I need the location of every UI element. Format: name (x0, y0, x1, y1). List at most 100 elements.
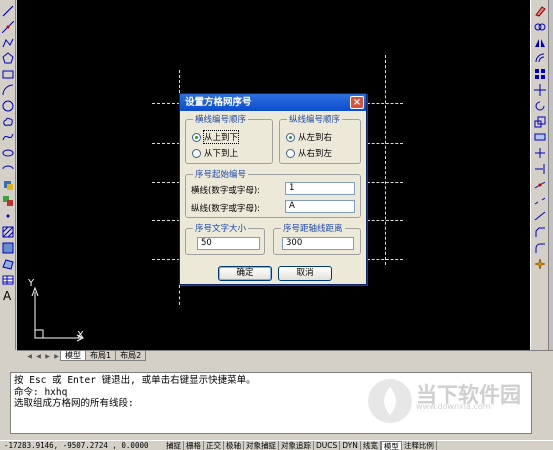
radio-right-to-left[interactable]: 从右到左 (286, 147, 332, 159)
watermark-logo-icon (368, 379, 412, 423)
hatch-icon[interactable] (1, 225, 15, 239)
rotate-icon[interactable] (533, 99, 547, 113)
ucs-x-label: X (77, 330, 84, 341)
circle-icon[interactable] (1, 99, 15, 113)
grid-line (152, 182, 180, 183)
modify-toolbar (530, 0, 548, 350)
fillet-icon[interactable] (533, 241, 547, 255)
radio-label: 从上到下 (202, 130, 240, 144)
spline-icon[interactable] (1, 130, 15, 144)
radio-dot-icon[interactable] (192, 148, 201, 158)
status-ducs[interactable]: DUCS (314, 441, 341, 450)
watermark: 当下软件园 www.downxia.com (368, 379, 521, 423)
grid-line (152, 220, 180, 221)
status-annotation-scale[interactable]: 注释比例 (402, 441, 437, 450)
revision-cloud-icon[interactable] (1, 115, 15, 129)
status-otrack[interactable]: 对象追踪 (279, 441, 314, 450)
rectangle-icon[interactable] (1, 67, 15, 81)
copy-icon[interactable] (533, 20, 547, 34)
ellipse-icon[interactable] (1, 146, 15, 160)
status-snap[interactable]: 捕捉 (164, 441, 184, 450)
status-bar: -17283.9146, -9507.2724 , 0.0000 捕捉 栅格 正… (0, 440, 553, 450)
radio-label: 从左到右 (298, 133, 333, 143)
gradient-icon[interactable] (1, 241, 15, 255)
arc-icon[interactable] (1, 83, 15, 97)
h-start-input[interactable]: 1 (285, 182, 355, 195)
construction-line-icon[interactable] (1, 20, 15, 34)
command-window[interactable]: 按 Esc 或 Enter 键退出, 或单击右键显示快捷菜单。 命令: hxhq… (10, 372, 532, 434)
scale-icon[interactable] (533, 115, 547, 129)
status-polar[interactable]: 极轴 (224, 441, 244, 450)
v-start-input[interactable]: A (285, 200, 355, 213)
line-icon[interactable] (1, 4, 15, 18)
offset-icon[interactable] (533, 51, 547, 65)
table-icon[interactable] (1, 273, 15, 287)
coordinate-readout: -17283.9146, -9507.2724 , 0.0000 (4, 441, 149, 450)
radio-top-to-bottom[interactable]: 从上到下 (192, 130, 240, 144)
offset-group-title: 序号距轴线距离 (281, 222, 345, 234)
draw-toolbar: A (0, 0, 16, 350)
offset-input[interactable]: 300 (282, 237, 354, 250)
status-model[interactable]: 模型 (380, 441, 402, 450)
ucs-y-label: Y (28, 278, 35, 289)
text-size-group: 序号文字大小 50 (185, 222, 265, 255)
prev-tab-icon[interactable]: ◀ (34, 352, 43, 361)
grid-line (152, 103, 180, 104)
v-order-group: 纵线编号顺序 从左到右 从右到左 (279, 113, 361, 164)
text-size-input[interactable]: 50 (197, 237, 260, 250)
tab-layout2[interactable]: 布局2 (115, 351, 147, 361)
ucs-icon: Y X (25, 278, 85, 346)
cad-window: A Y X 设置方格网序号 × 横线编号顺序 从上到下 从下到上 纵线编号顺序 … (0, 0, 553, 450)
explode-icon[interactable] (533, 257, 547, 271)
join-icon[interactable] (533, 209, 547, 223)
ellipse-arc-icon[interactable] (1, 162, 15, 176)
radio-left-to-right[interactable]: 从左到右 (286, 131, 332, 143)
multiline-text-icon[interactable]: A (1, 288, 15, 302)
extend-icon[interactable] (533, 162, 547, 176)
tab-model[interactable]: 模型 (60, 351, 86, 361)
status-lineweight[interactable]: 线宽 (361, 441, 381, 450)
vertical-scrollbar[interactable] (548, 0, 553, 350)
status-osnap[interactable]: 对象捕捉 (244, 441, 279, 450)
status-ortho[interactable]: 正交 (204, 441, 224, 450)
status-grid[interactable]: 栅格 (184, 441, 204, 450)
status-dyn[interactable]: DYN (340, 441, 361, 450)
dialog-title: 设置方格网序号 × (180, 94, 366, 111)
tab-layout1[interactable]: 布局1 (85, 351, 117, 361)
make-block-icon[interactable] (1, 194, 15, 208)
radio-label: 从右到左 (298, 149, 333, 159)
h-start-label: 横线(数字或字母): (191, 186, 260, 196)
chamfer-icon[interactable] (533, 225, 547, 239)
mirror-icon[interactable] (533, 36, 547, 50)
radio-label: 从下到上 (204, 149, 239, 159)
move-icon[interactable] (533, 83, 547, 97)
close-button[interactable]: × (350, 96, 364, 109)
start-group-title: 序号起始编号 (193, 168, 249, 180)
grid-line (152, 143, 180, 144)
offset-group: 序号距轴线距离 300 (273, 222, 361, 255)
polygon-icon[interactable] (1, 51, 15, 65)
break-icon[interactable] (533, 194, 547, 208)
polyline-icon[interactable] (1, 36, 15, 50)
trim-icon[interactable] (533, 146, 547, 160)
region-icon[interactable] (1, 257, 15, 271)
stretch-icon[interactable] (533, 130, 547, 144)
first-tab-icon[interactable]: ◀ (25, 352, 34, 361)
ok-button[interactable]: 确定 (218, 266, 272, 281)
insert-block-icon[interactable] (1, 178, 15, 192)
radio-bottom-to-top[interactable]: 从下到上 (192, 147, 238, 159)
point-icon[interactable] (1, 209, 15, 223)
array-icon[interactable] (533, 67, 547, 81)
watermark-title: 当下软件园 (416, 382, 521, 407)
break-at-point-icon[interactable] (533, 178, 547, 192)
start-number-group: 序号起始编号 横线(数字或字母): 1 纵线(数字或字母): A (185, 168, 361, 218)
erase-icon[interactable] (533, 4, 547, 18)
radio-dot-icon[interactable] (192, 132, 201, 142)
radio-dot-icon[interactable] (286, 132, 295, 142)
grid-line (152, 259, 180, 260)
radio-dot-icon[interactable] (286, 148, 295, 158)
cancel-button[interactable]: 取消 (278, 266, 332, 281)
next-tab-icon[interactable]: ▶ (43, 352, 52, 361)
grid-line (385, 55, 386, 265)
grid-numbering-dialog: 设置方格网序号 × 横线编号顺序 从上到下 从下到上 纵线编号顺序 从左到右 从… (179, 93, 367, 285)
